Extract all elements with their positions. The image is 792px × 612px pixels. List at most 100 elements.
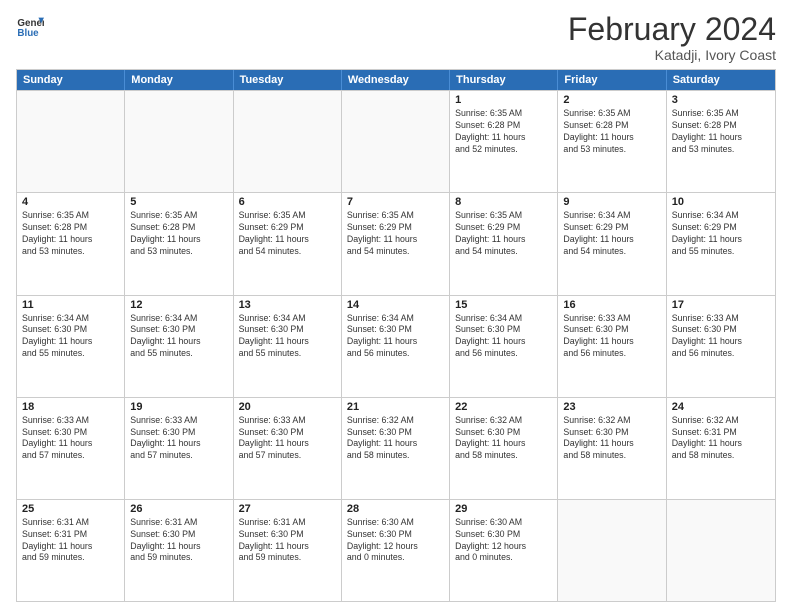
calendar-cell <box>234 91 342 192</box>
day-info: Sunrise: 6:32 AM Sunset: 6:30 PM Dayligh… <box>347 415 444 463</box>
day-info: Sunrise: 6:33 AM Sunset: 6:30 PM Dayligh… <box>22 415 119 463</box>
calendar-cell: 17 Sunrise: 6:33 AM Sunset: 6:30 PM Dayli… <box>667 296 775 397</box>
page-header: General Blue February 2024 Katadji, Ivor… <box>16 12 776 63</box>
day-number: 22 <box>455 401 552 413</box>
day-number: 19 <box>130 401 227 413</box>
calendar-cell: 26 Sunrise: 6:31 AM Sunset: 6:30 PM Dayli… <box>125 500 233 601</box>
calendar-cell: 1Sunrise: 6:35 AM Sunset: 6:28 PM Daylig… <box>450 91 558 192</box>
calendar-title: February 2024 <box>568 12 776 47</box>
day-number: 9 <box>563 196 660 208</box>
calendar-cell: 4 Sunrise: 6:35 AM Sunset: 6:28 PM Daylig… <box>17 193 125 294</box>
calendar-cell: 8 Sunrise: 6:35 AM Sunset: 6:29 PM Daylig… <box>450 193 558 294</box>
day-number: 3 <box>672 94 770 106</box>
calendar-row-1: 4 Sunrise: 6:35 AM Sunset: 6:28 PM Daylig… <box>17 192 775 294</box>
day-number: 6 <box>239 196 336 208</box>
day-info: Sunrise: 6:31 AM Sunset: 6:31 PM Dayligh… <box>22 517 119 565</box>
day-info: Sunrise: 6:35 AM Sunset: 6:28 PM Dayligh… <box>22 210 119 258</box>
calendar-cell: 3 Sunrise: 6:35 AM Sunset: 6:28 PM Daylig… <box>667 91 775 192</box>
calendar-cell <box>342 91 450 192</box>
calendar-cell: 23 Sunrise: 6:32 AM Sunset: 6:30 PM Dayli… <box>558 398 666 499</box>
calendar-row-2: 11Sunrise: 6:34 AM Sunset: 6:30 PM Dayli… <box>17 295 775 397</box>
calendar-cell: 5 Sunrise: 6:35 AM Sunset: 6:28 PM Daylig… <box>125 193 233 294</box>
header-sunday: Sunday <box>17 70 125 90</box>
day-info: Sunrise: 6:31 AM Sunset: 6:30 PM Dayligh… <box>239 517 336 565</box>
day-info: Sunrise: 6:30 AM Sunset: 6:30 PM Dayligh… <box>347 517 444 565</box>
day-info: Sunrise: 6:35 AM Sunset: 6:29 PM Dayligh… <box>455 210 552 258</box>
day-info: Sunrise: 6:31 AM Sunset: 6:30 PM Dayligh… <box>130 517 227 565</box>
day-info: Sunrise: 6:34 AM Sunset: 6:29 PM Dayligh… <box>563 210 660 258</box>
day-info: Sunrise: 6:34 AM Sunset: 6:30 PM Dayligh… <box>347 313 444 361</box>
calendar-cell: 12Sunrise: 6:34 AM Sunset: 6:30 PM Dayli… <box>125 296 233 397</box>
calendar: Sunday Monday Tuesday Wednesday Thursday… <box>16 69 776 602</box>
day-number: 18 <box>22 401 119 413</box>
day-info: Sunrise: 6:34 AM Sunset: 6:29 PM Dayligh… <box>672 210 770 258</box>
day-number: 26 <box>130 503 227 515</box>
logo: General Blue <box>16 12 44 40</box>
day-number: 8 <box>455 196 552 208</box>
day-number: 25 <box>22 503 119 515</box>
calendar-cell: 21 Sunrise: 6:32 AM Sunset: 6:30 PM Dayli… <box>342 398 450 499</box>
calendar-cell: 15Sunrise: 6:34 AM Sunset: 6:30 PM Dayli… <box>450 296 558 397</box>
calendar-header: Sunday Monday Tuesday Wednesday Thursday… <box>17 70 775 90</box>
calendar-cell <box>125 91 233 192</box>
calendar-cell: 10Sunrise: 6:34 AM Sunset: 6:29 PM Dayli… <box>667 193 775 294</box>
day-number: 28 <box>347 503 444 515</box>
calendar-cell: 6Sunrise: 6:35 AM Sunset: 6:29 PM Daylig… <box>234 193 342 294</box>
day-number: 14 <box>347 299 444 311</box>
day-info: Sunrise: 6:33 AM Sunset: 6:30 PM Dayligh… <box>130 415 227 463</box>
svg-text:Blue: Blue <box>17 28 39 39</box>
calendar-cell: 14 Sunrise: 6:34 AM Sunset: 6:30 PM Dayli… <box>342 296 450 397</box>
calendar-cell <box>667 500 775 601</box>
day-number: 17 <box>672 299 770 311</box>
day-number: 21 <box>347 401 444 413</box>
day-number: 2 <box>563 94 660 106</box>
header-thursday: Thursday <box>450 70 558 90</box>
day-info: Sunrise: 6:32 AM Sunset: 6:31 PM Dayligh… <box>672 415 770 463</box>
logo-icon: General Blue <box>16 12 44 40</box>
day-number: 15 <box>455 299 552 311</box>
day-number: 16 <box>563 299 660 311</box>
calendar-row-3: 18 Sunrise: 6:33 AM Sunset: 6:30 PM Dayli… <box>17 397 775 499</box>
calendar-cell: 7Sunrise: 6:35 AM Sunset: 6:29 PM Daylig… <box>342 193 450 294</box>
calendar-cell <box>17 91 125 192</box>
day-info: Sunrise: 6:35 AM Sunset: 6:28 PM Dayligh… <box>563 108 660 156</box>
calendar-cell: 29Sunrise: 6:30 AM Sunset: 6:30 PM Dayli… <box>450 500 558 601</box>
calendar-cell: 28 Sunrise: 6:30 AM Sunset: 6:30 PM Dayli… <box>342 500 450 601</box>
day-info: Sunrise: 6:35 AM Sunset: 6:28 PM Dayligh… <box>672 108 770 156</box>
day-info: Sunrise: 6:32 AM Sunset: 6:30 PM Dayligh… <box>563 415 660 463</box>
header-tuesday: Tuesday <box>234 70 342 90</box>
day-number: 27 <box>239 503 336 515</box>
day-info: Sunrise: 6:33 AM Sunset: 6:30 PM Dayligh… <box>563 313 660 361</box>
day-number: 4 <box>22 196 119 208</box>
calendar-cell: 16 Sunrise: 6:33 AM Sunset: 6:30 PM Dayli… <box>558 296 666 397</box>
calendar-cell: 25 Sunrise: 6:31 AM Sunset: 6:31 PM Dayli… <box>17 500 125 601</box>
day-info: Sunrise: 6:30 AM Sunset: 6:30 PM Dayligh… <box>455 517 552 565</box>
day-number: 13 <box>239 299 336 311</box>
day-number: 12 <box>130 299 227 311</box>
calendar-cell: 24 Sunrise: 6:32 AM Sunset: 6:31 PM Dayli… <box>667 398 775 499</box>
calendar-cell: 13Sunrise: 6:34 AM Sunset: 6:30 PM Dayli… <box>234 296 342 397</box>
day-info: Sunrise: 6:34 AM Sunset: 6:30 PM Dayligh… <box>22 313 119 361</box>
calendar-cell: 11Sunrise: 6:34 AM Sunset: 6:30 PM Dayli… <box>17 296 125 397</box>
day-info: Sunrise: 6:33 AM Sunset: 6:30 PM Dayligh… <box>239 415 336 463</box>
calendar-cell <box>558 500 666 601</box>
header-monday: Monday <box>125 70 233 90</box>
calendar-body: 1Sunrise: 6:35 AM Sunset: 6:28 PM Daylig… <box>17 90 775 601</box>
day-info: Sunrise: 6:32 AM Sunset: 6:30 PM Dayligh… <box>455 415 552 463</box>
title-block: February 2024 Katadji, Ivory Coast <box>568 12 776 63</box>
header-wednesday: Wednesday <box>342 70 450 90</box>
calendar-cell: 20Sunrise: 6:33 AM Sunset: 6:30 PM Dayli… <box>234 398 342 499</box>
header-friday: Friday <box>558 70 666 90</box>
day-info: Sunrise: 6:35 AM Sunset: 6:28 PM Dayligh… <box>130 210 227 258</box>
calendar-cell: 27 Sunrise: 6:31 AM Sunset: 6:30 PM Dayli… <box>234 500 342 601</box>
calendar-row-4: 25 Sunrise: 6:31 AM Sunset: 6:31 PM Dayli… <box>17 499 775 601</box>
calendar-cell: 18 Sunrise: 6:33 AM Sunset: 6:30 PM Dayli… <box>17 398 125 499</box>
day-number: 23 <box>563 401 660 413</box>
day-info: Sunrise: 6:33 AM Sunset: 6:30 PM Dayligh… <box>672 313 770 361</box>
day-number: 7 <box>347 196 444 208</box>
calendar-cell: 19 Sunrise: 6:33 AM Sunset: 6:30 PM Dayli… <box>125 398 233 499</box>
day-number: 24 <box>672 401 770 413</box>
calendar-row-0: 1Sunrise: 6:35 AM Sunset: 6:28 PM Daylig… <box>17 90 775 192</box>
day-number: 5 <box>130 196 227 208</box>
calendar-cell: 22 Sunrise: 6:32 AM Sunset: 6:30 PM Dayli… <box>450 398 558 499</box>
